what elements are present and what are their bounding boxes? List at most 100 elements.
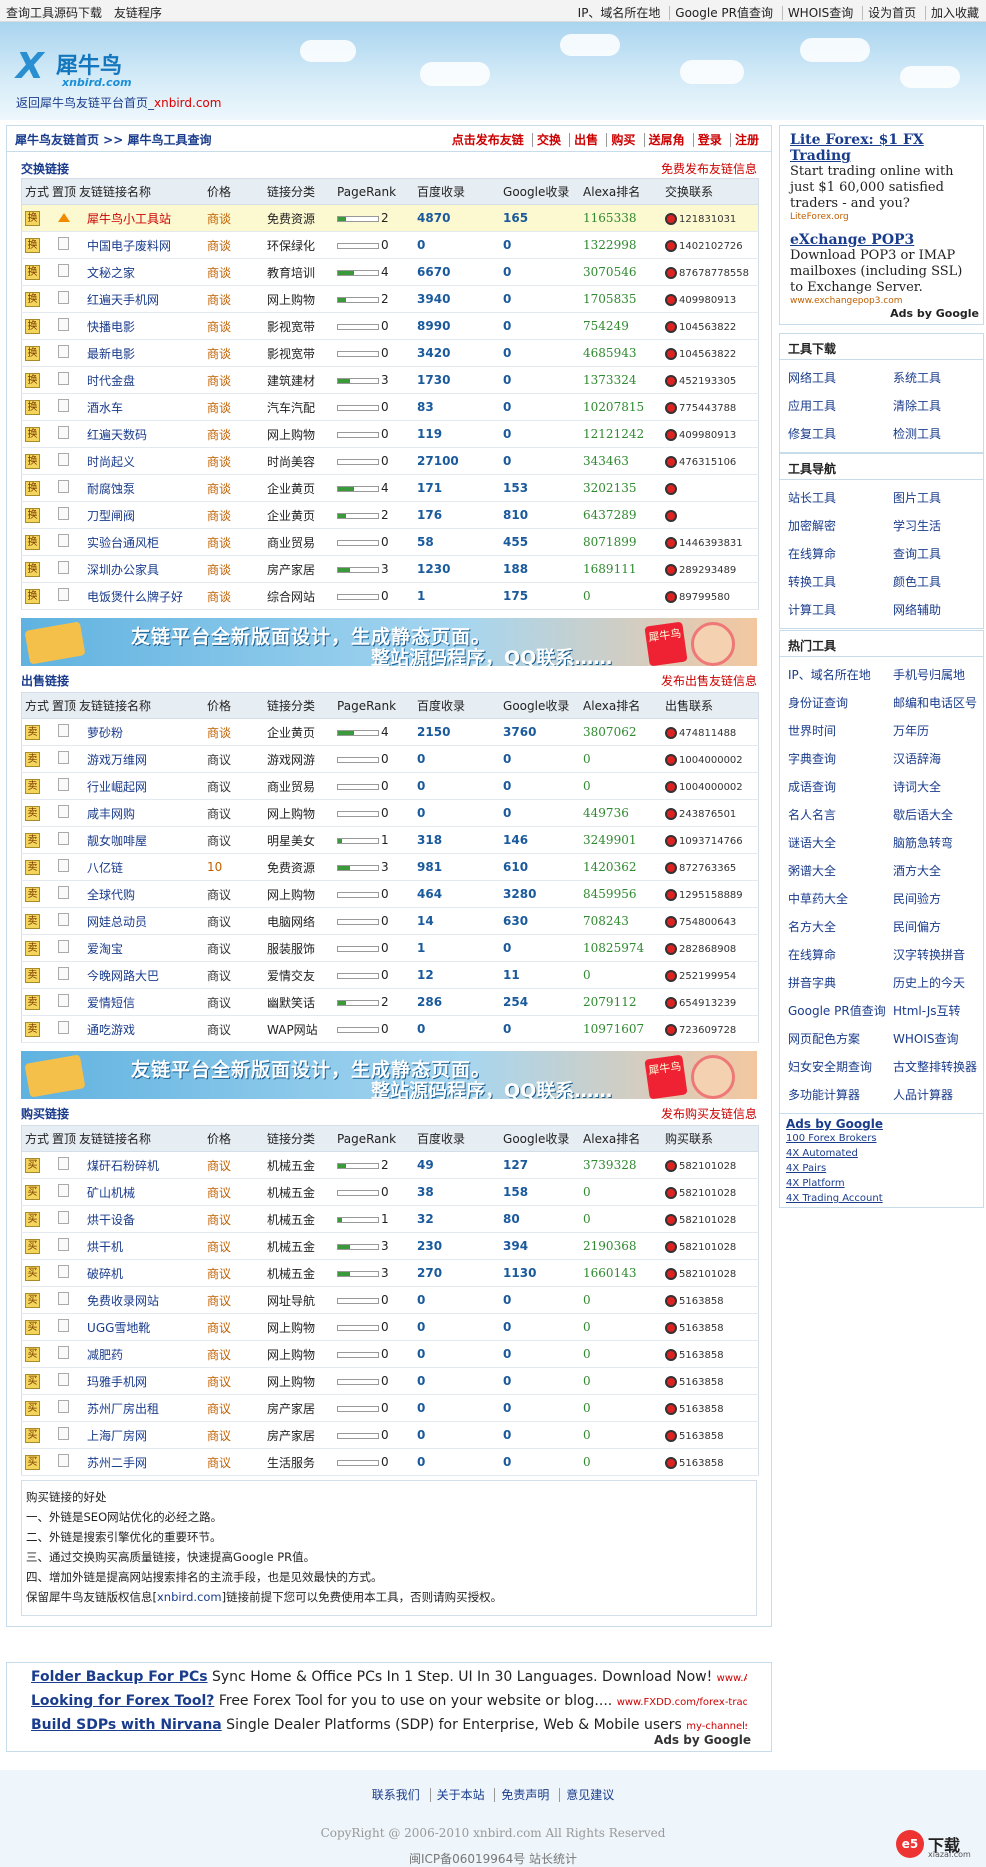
tool-link[interactable]: 网络辅助 [893, 596, 986, 624]
ads-by-google[interactable]: Ads by Google [654, 1733, 751, 1747]
qq-icon[interactable] [665, 347, 678, 360]
link-name[interactable]: 红遍天手机网 [87, 293, 159, 307]
link-name[interactable]: 上海厂房网 [87, 1429, 147, 1443]
publish-sell-link[interactable]: 发布出售友链信息 [661, 672, 757, 689]
link-name[interactable]: 时代金盘 [87, 374, 135, 388]
link-name[interactable]: 爱情短信 [87, 996, 135, 1010]
link-name[interactable]: 文秘之家 [87, 266, 135, 280]
link-name[interactable]: 中国电子废料网 [87, 239, 171, 253]
exchange-link[interactable]: 交换 [531, 133, 565, 147]
tool-link[interactable]: 检测工具 [893, 420, 986, 448]
qq-icon[interactable] [665, 1321, 678, 1334]
ad-row[interactable]: Build SDPs with Nirvana Single Dealer Pl… [31, 1717, 747, 1741]
tool-link[interactable]: 人品计算器 [893, 1081, 986, 1109]
qq-icon[interactable] [665, 509, 678, 522]
tool-link[interactable]: 字典查询 [788, 745, 893, 773]
qq-icon[interactable] [665, 753, 678, 766]
side-ad-url[interactable]: www.exchangepop3.com [790, 296, 973, 306]
tool-link[interactable]: 谜语大全 [788, 829, 893, 857]
whois-link[interactable]: WHOIS查询 [781, 6, 859, 20]
icp-record[interactable]: 闽ICP备06019964号 站长统计 [0, 1850, 986, 1867]
link-name[interactable]: 游戏万维网 [87, 753, 147, 767]
ad-row[interactable]: Folder Backup For PCs Sync Home & Office… [31, 1669, 747, 1693]
back-home-link[interactable]: 返回犀牛鸟友链平台首页_xnbird.com [16, 94, 221, 111]
link-name[interactable]: 电饭煲什么牌子好 [87, 590, 183, 604]
tool-link[interactable]: 脑筋急转弯 [893, 829, 986, 857]
link-name[interactable]: 烘干设备 [87, 1213, 135, 1227]
tool-link[interactable]: Google PR值查询 [788, 997, 893, 1025]
ad-row[interactable]: Looking for Forex Tool? Free Forex Tool … [31, 1693, 747, 1717]
qq-icon[interactable] [665, 726, 678, 739]
tool-link[interactable]: 民间验方 [893, 885, 986, 913]
tool-link[interactable]: 妇女安全期查询 [788, 1053, 893, 1081]
tool-link[interactable]: 名人名言 [788, 801, 893, 829]
publish-buy-link[interactable]: 发布购买友链信息 [661, 1105, 757, 1122]
tool-link[interactable]: 转换工具 [788, 568, 893, 596]
link-name[interactable]: 咸丰网购 [87, 807, 135, 821]
link-name[interactable]: 矿山机械 [87, 1186, 135, 1200]
tool-link[interactable]: 系统工具 [893, 364, 986, 392]
link-name[interactable]: 破碎机 [87, 1267, 123, 1281]
tool-link[interactable]: 修复工具 [788, 420, 893, 448]
qq-icon[interactable] [665, 1348, 678, 1361]
free-publish-link[interactable]: 免费发布友链信息 [661, 160, 757, 177]
qq-icon[interactable] [665, 1159, 678, 1172]
buy-link[interactable]: 购买 [606, 133, 640, 147]
qq-icon[interactable] [665, 942, 678, 955]
tool-link[interactable]: 在线算命 [788, 540, 893, 568]
qq-icon[interactable] [665, 1294, 678, 1307]
link-name[interactable]: 八亿链 [87, 861, 123, 875]
feedback-link[interactable]: 意见建议 [559, 1788, 621, 1802]
add-favorite-link[interactable]: 加入收藏 [924, 6, 984, 20]
qq-icon[interactable] [665, 1429, 678, 1442]
qq-icon[interactable] [665, 212, 678, 225]
tool-link[interactable]: 颜色工具 [893, 568, 986, 596]
qq-icon[interactable] [665, 482, 678, 495]
qq-icon[interactable] [665, 455, 678, 468]
tool-link[interactable]: 网页配色方案 [788, 1025, 893, 1053]
qq-icon[interactable] [665, 536, 678, 549]
tool-link[interactable]: 歇后语大全 [893, 801, 986, 829]
set-homepage-link[interactable]: 设为首页 [862, 6, 922, 20]
tool-link[interactable]: 民间偏方 [893, 913, 986, 941]
qq-icon[interactable] [665, 266, 678, 279]
tool-link[interactable]: 成语查询 [788, 773, 893, 801]
tool-link[interactable]: IP、域名所在地 [788, 661, 893, 689]
breadcrumb-path[interactable]: 犀牛鸟友链首页 >> 犀牛鸟工具查询 [15, 133, 211, 147]
link-name[interactable]: 靓女咖啡屋 [87, 834, 147, 848]
link-name[interactable]: 红遍天数码 [87, 428, 147, 442]
qq-icon[interactable] [665, 374, 678, 387]
qq-icon[interactable] [665, 834, 678, 847]
tool-link[interactable]: 站长工具 [788, 484, 893, 512]
link-name[interactable]: 网娃总动员 [87, 915, 147, 929]
link-name[interactable]: 深圳办公家具 [87, 563, 159, 577]
ad-link[interactable]: 100 Forex Brokers [786, 1131, 977, 1146]
tool-link[interactable]: 古文整排转换器 [893, 1053, 986, 1081]
link-name[interactable]: 最新电影 [87, 347, 135, 361]
tool-link[interactable]: 中草药大全 [788, 885, 893, 913]
qq-icon[interactable] [665, 861, 678, 874]
ad-link[interactable]: 4X Automated [786, 1146, 977, 1161]
qq-icon[interactable] [665, 1213, 678, 1226]
tool-link[interactable]: WHOIS查询 [893, 1025, 986, 1053]
ads-by-google[interactable]: Ads by Google [890, 307, 979, 320]
qq-icon[interactable] [665, 996, 678, 1009]
qq-icon[interactable] [665, 969, 678, 982]
tool-link[interactable]: 拼音字典 [788, 969, 893, 997]
qq-icon[interactable] [665, 1186, 678, 1199]
qq-icon[interactable] [665, 1456, 678, 1469]
tool-link[interactable]: 身份证查询 [788, 689, 893, 717]
link-name[interactable]: 通吃游戏 [87, 1023, 135, 1037]
link-name[interactable]: 耐腐蚀泵 [87, 482, 135, 496]
qq-icon[interactable] [665, 401, 678, 414]
link-name[interactable]: 烘干机 [87, 1240, 123, 1254]
qq-icon[interactable] [665, 915, 678, 928]
link-name[interactable]: 减肥药 [87, 1348, 123, 1362]
qq-icon[interactable] [665, 563, 678, 576]
about-link[interactable]: 关于本站 [429, 1788, 491, 1802]
link-name[interactable]: UGG雪地靴 [87, 1321, 150, 1335]
qq-icon[interactable] [665, 780, 678, 793]
corner-link[interactable]: 送屌角 [643, 133, 689, 147]
link-name[interactable]: 犀牛鸟小工具站 [87, 212, 171, 226]
promo-banner[interactable]: 友链平台全新版面设计，生成静态页面。 整站源码程序，QQ联系…… 犀牛鸟 [21, 618, 757, 666]
